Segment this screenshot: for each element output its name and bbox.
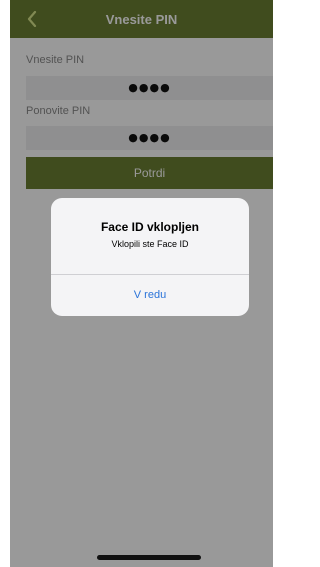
home-indicator[interactable] bbox=[97, 555, 201, 560]
alert-dialog: Face ID vklopljen Vklopili ste Face ID V… bbox=[51, 198, 249, 316]
app-screen: Vnesite PIN Vnesite PIN ●●●● Ponovite PI… bbox=[10, 0, 273, 567]
alert-message: Vklopili ste Face ID bbox=[111, 239, 189, 249]
ok-button[interactable]: V redu bbox=[51, 275, 249, 316]
alert-title: Face ID vklopljen bbox=[100, 220, 200, 234]
